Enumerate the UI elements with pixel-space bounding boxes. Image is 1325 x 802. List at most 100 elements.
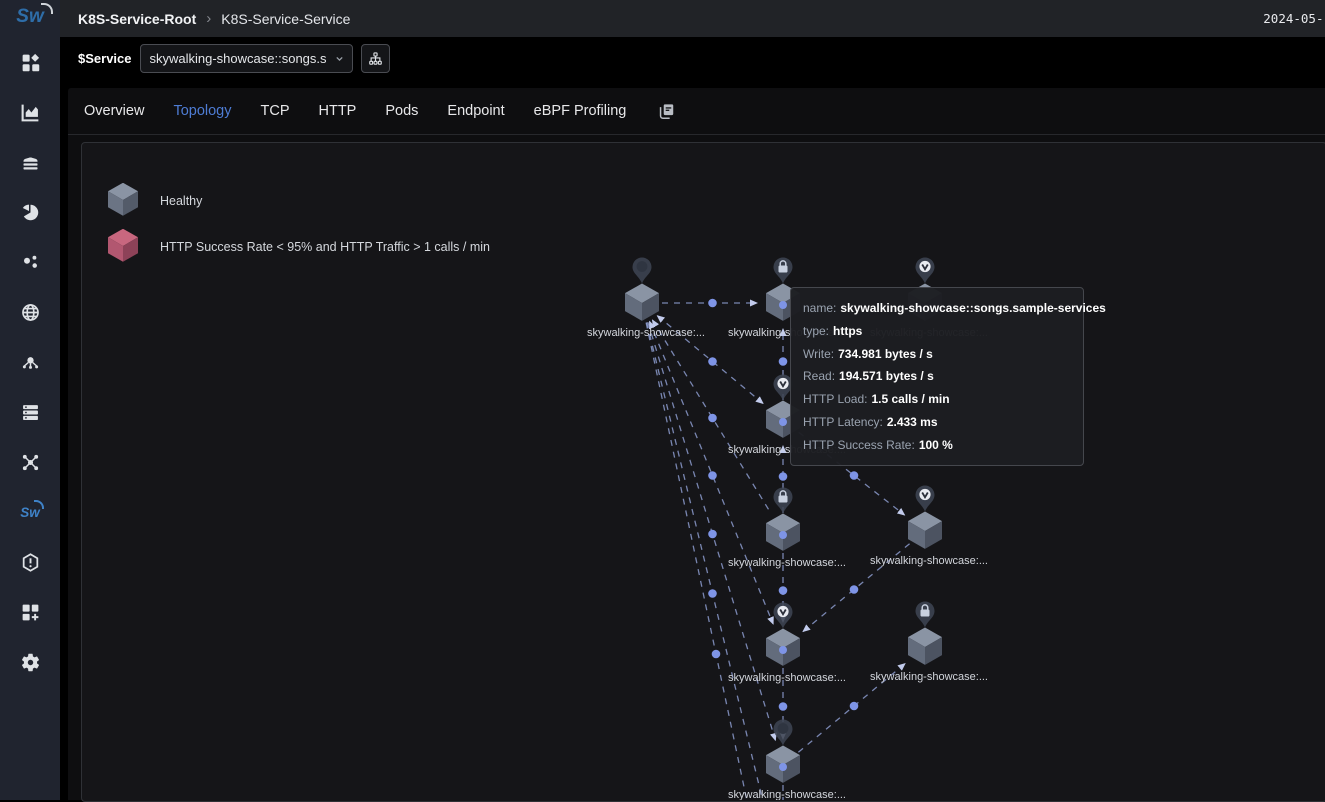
server-list-icon	[20, 402, 41, 423]
tooltip-row: HTTP Load: 1.5 calls / min	[803, 388, 1071, 411]
tooltip-row-label: Read:	[803, 369, 835, 383]
edge-traffic-dot	[779, 586, 788, 595]
legend-item: Healthy	[106, 183, 490, 219]
sidebar-item-topology-x[interactable]	[10, 442, 50, 482]
edge-traffic-dot	[708, 471, 717, 480]
sidebar-item-pie-chart[interactable]	[10, 192, 50, 232]
breadcrumb-separator-icon: ›	[206, 10, 211, 27]
tab-ebpf-profiling[interactable]: eBPF Profiling	[534, 103, 627, 119]
service-select[interactable]: skywalking-showcase::songs.s	[140, 44, 353, 73]
node-label: skywalking-showcase:...	[728, 672, 846, 684]
node-anchor-dot	[779, 418, 787, 426]
date-display[interactable]: 2024-05-1	[1263, 11, 1325, 26]
node-anchor-dot	[779, 763, 787, 771]
legend-label: Healthy	[160, 194, 202, 208]
service-label: $Service	[78, 51, 132, 66]
node-tooltip: name:skywalking-showcase::songs.sample-s…	[790, 287, 1084, 466]
tooltip-row: HTTP Success Rate: 100 %	[803, 434, 1071, 457]
tooltip-row-value: 100 %	[919, 438, 953, 452]
topology-view-button[interactable]	[361, 44, 390, 73]
tooltip-row: HTTP Latency:2.433 ms	[803, 411, 1071, 434]
topology-legend: Healthy HTTP Success Rate < 95% and HTTP …	[106, 183, 490, 275]
skywalking-logo[interactable]: Sw	[16, 6, 43, 28]
tooltip-row-label: name:	[803, 301, 836, 315]
sidebar-item-grid-dashboard[interactable]	[10, 42, 50, 82]
tooltip-row-value: 734.981 bytes / s	[838, 347, 933, 361]
settings-gear-icon	[20, 652, 41, 673]
scatter-dots-icon	[20, 252, 41, 273]
mesh-node-icon	[20, 352, 41, 373]
tab-http[interactable]: HTTP	[318, 103, 356, 119]
tooltip-row-label: HTTP Success Rate:	[803, 438, 915, 452]
tab-overview[interactable]: Overview	[84, 103, 144, 119]
sidebar-item-globe[interactable]	[10, 292, 50, 332]
edge-traffic-dot	[708, 589, 717, 598]
tooltip-row: type: https	[803, 320, 1071, 343]
tooltip-row: Read:194.571 bytes / s	[803, 365, 1071, 388]
edge-traffic-dot	[850, 702, 859, 711]
legend-label: HTTP Success Rate < 95% and HTTP Traffic…	[160, 240, 490, 254]
tooltip-row-value: 2.433 ms	[887, 415, 938, 429]
edge-traffic-dot	[850, 471, 859, 480]
tab-tcp[interactable]: TCP	[260, 103, 289, 119]
tooltip-row: name:skywalking-showcase::songs.sample-s…	[803, 297, 1071, 320]
tooltip-row-value: skywalking-showcase::songs.sample-servic…	[840, 301, 1105, 315]
dashboard-container: Overview Topology TCP HTTP Pods Endpoint eBPF …	[68, 88, 1325, 800]
sidebar-item-widgets-add[interactable]	[10, 592, 50, 632]
dashboard-tabs: Overview Topology TCP HTTP Pods Endpoint eBPF …	[68, 88, 1325, 135]
tooltip-row-label: Write:	[803, 347, 834, 361]
topology-node[interactable]: skywalking-showcase:...	[728, 603, 846, 685]
node-label: skywalking-showcase:...	[728, 557, 846, 569]
chevron-down-icon	[333, 52, 346, 65]
node-label: skywalking-showcase:...	[870, 555, 988, 567]
node-anchor-dot	[779, 301, 787, 309]
tooltip-row-label: HTTP Load:	[803, 392, 867, 406]
edge-traffic-dot	[712, 650, 721, 659]
sidebar-item-layers[interactable]	[10, 142, 50, 182]
sidebar-item-mesh-node[interactable]	[10, 342, 50, 382]
sidebar-item-settings-gear[interactable]	[10, 642, 50, 682]
edge-traffic-dot	[708, 299, 717, 308]
topology-widget-panel: skywalking-showcase:... skywalking-showca…	[81, 142, 1325, 802]
edge-traffic-dot	[779, 357, 788, 366]
edge-traffic-dot	[708, 414, 717, 423]
grid-dashboard-icon	[20, 52, 41, 73]
breadcrumb-root[interactable]: K8S-Service-Root	[78, 11, 196, 27]
legend-cube-icon	[106, 229, 140, 265]
topology-node[interactable]: skywalking-showcase:...	[728, 488, 846, 570]
breadcrumb: K8S-Service-Root › K8S-Service-Service	[60, 10, 350, 27]
topology-node[interactable]: skywalking-showcase:...	[587, 258, 705, 340]
sitemap-icon	[368, 51, 383, 66]
node-anchor-dot	[779, 531, 787, 539]
sidebar-item-area-chart[interactable]	[10, 92, 50, 132]
edge-traffic-dot	[850, 585, 859, 594]
sidebar-item-alert-hexagon[interactable]	[10, 542, 50, 582]
tooltip-row-label: type:	[803, 324, 829, 338]
service-select-value: skywalking-showcase::songs.s	[150, 51, 333, 66]
sidebar-item-skywalking[interactable]: Sw	[10, 492, 50, 532]
tooltip-row-value: https	[833, 324, 862, 338]
tooltip-row: Write: 734.981 bytes / s	[803, 343, 1071, 366]
area-chart-icon	[20, 102, 41, 123]
edge-traffic-dot	[708, 530, 717, 539]
alert-hexagon-icon	[20, 552, 41, 573]
edge-traffic-dot	[779, 472, 788, 481]
legend-item: HTTP Success Rate < 95% and HTTP Traffic…	[106, 229, 490, 265]
sidebar-item-scatter-dots[interactable]	[10, 242, 50, 282]
tooltip-row-value: 1.5 calls / min	[871, 392, 949, 406]
layers-icon	[20, 152, 41, 173]
tab-pods[interactable]: Pods	[385, 103, 418, 119]
topology-node[interactable]: skywalking-showcase:...	[870, 602, 988, 684]
copy-pages-button[interactable]	[657, 102, 676, 121]
tab-topology[interactable]: Topology	[173, 103, 231, 119]
node-label: skywalking-showcase:...	[870, 671, 988, 683]
sidebar: Sw Sw	[0, 0, 60, 800]
sidebar-item-server-list[interactable]	[10, 392, 50, 432]
edge-traffic-dot	[708, 357, 717, 366]
tab-endpoint[interactable]: Endpoint	[447, 103, 504, 119]
widgets-add-icon	[20, 602, 41, 623]
legend-cube-icon	[106, 183, 140, 219]
topology-node[interactable]: skywalking-showcase:...	[870, 486, 988, 568]
copy-pages-icon	[657, 102, 676, 121]
pie-chart-icon	[20, 202, 41, 223]
